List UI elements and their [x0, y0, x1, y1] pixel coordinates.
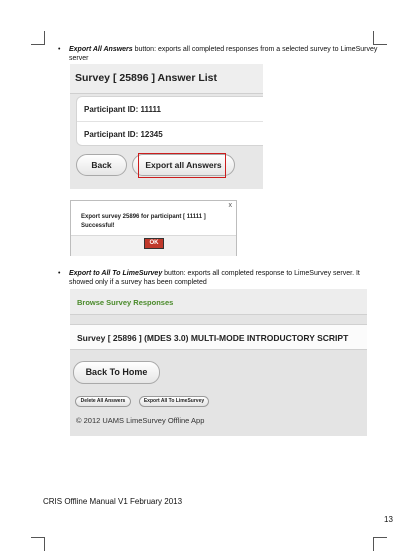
crop-mark-bottom-left	[31, 537, 45, 551]
bullet-dot: •	[58, 46, 61, 53]
delete-all-answers-button[interactable]: Delete All Answers	[75, 396, 131, 407]
crop-mark-top-right	[373, 31, 387, 45]
dialog-message: Export survey 25896 for participant [ 11…	[81, 214, 206, 229]
bullet-dot: •	[58, 270, 61, 277]
participant-row[interactable]: Participant ID: 12345	[77, 121, 263, 145]
back-button[interactable]: Back	[76, 154, 127, 176]
participant-row[interactable]: Participant ID: 11111	[77, 97, 263, 121]
answer-list-title: Survey [ 25896 ] Answer List	[70, 64, 263, 94]
highlight-box	[138, 153, 226, 178]
bullet-export-all-answers: • Export All Answers button: exports all…	[58, 45, 378, 63]
survey-list-item[interactable]: Survey [ 25896 ] (MDES 3.0) MULTI-MODE I…	[70, 324, 367, 350]
page-number: 13	[384, 515, 393, 524]
export-success-dialog: x Export survey 25896 for participant [ …	[70, 200, 237, 256]
bullet-term: Export to All To LimeSurvey	[69, 270, 163, 277]
export-all-to-limesurvey-button[interactable]: Export All To LimeSurvey	[139, 396, 209, 407]
browse-responses-screenshot: Browse Survey Responses Survey [ 25896 ]…	[70, 289, 367, 436]
participant-list: Participant ID: 11111 Participant ID: 12…	[76, 96, 263, 146]
document-footer: CRIS Offline Manual V1 February 2013	[43, 497, 183, 506]
close-icon[interactable]: x	[229, 202, 233, 209]
crop-mark-top-left	[31, 31, 45, 45]
bullet-term: Export All Answers	[69, 46, 133, 53]
ok-button[interactable]: OK	[144, 238, 164, 249]
app-copyright: © 2012 UAMS LimeSurvey Offline App	[76, 416, 205, 425]
bullet-export-to-limesurvey: • Export to All To LimeSurvey button: ex…	[58, 269, 378, 287]
crop-mark-bottom-right	[373, 537, 387, 551]
browse-header: Browse Survey Responses	[70, 289, 367, 315]
answer-list-screenshot: Survey [ 25896 ] Answer List Participant…	[70, 64, 263, 189]
back-to-home-button[interactable]: Back To Home	[73, 361, 160, 384]
